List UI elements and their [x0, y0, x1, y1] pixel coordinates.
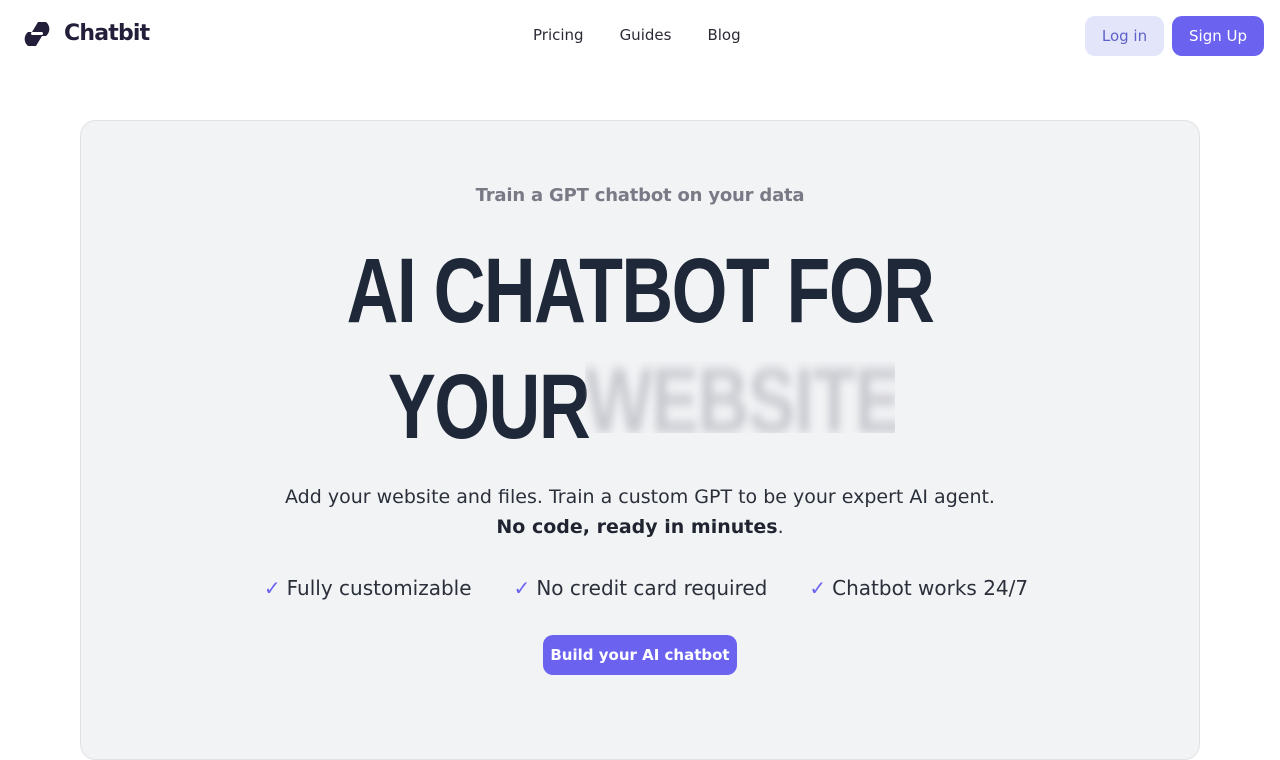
hero-rotating-word: WEBSITE [585, 361, 895, 433]
signup-button[interactable]: Sign Up [1172, 16, 1264, 56]
chatbit-logo-icon [24, 22, 50, 46]
hero-tagline-bold: No code, ready in minutes [496, 516, 778, 538]
hero-description-tagline: No code, ready in minutes. [81, 512, 1199, 542]
hero-rotating-word-container: WEBSITE [585, 361, 895, 433]
feature-label: Chatbot works 24/7 [832, 576, 1029, 600]
hero-tagline-period: . [777, 516, 784, 538]
login-button[interactable]: Log in [1085, 16, 1164, 56]
hero-eyebrow: Train a GPT chatbot on your data [475, 185, 805, 206]
hero-description: Add your website and files. Train a cust… [285, 486, 995, 508]
hero-headline-line1: AI CHATBOT FOR [346, 240, 935, 342]
feature-item: ✓ Chatbot works 24/7 [809, 574, 1028, 602]
main-nav: Pricing Guides Blog [533, 25, 741, 45]
checkmark-icon: ✓ [809, 576, 827, 600]
nav-link-pricing[interactable]: Pricing [533, 25, 584, 45]
nav-link-blog[interactable]: Blog [707, 25, 740, 45]
top-nav: Chatbit Pricing Guides Blog Log in Sign … [0, 0, 1280, 72]
brand-logo-link[interactable]: Chatbit [16, 20, 150, 48]
hero-headline-line2: YOUR [388, 356, 591, 458]
checkmark-icon: ✓ [513, 576, 531, 600]
checkmark-icon: ✓ [263, 576, 281, 600]
feature-item: ✓ Fully customizable [264, 574, 472, 602]
feature-label: No credit card required [536, 576, 768, 600]
hero-card: Train a GPT chatbot on your data AI CHAT… [80, 120, 1200, 760]
feature-label: Fully customizable [286, 576, 472, 600]
feature-list: ✓ Fully customizable ✓ No credit card re… [81, 574, 1199, 602]
brand-name: Chatbit [64, 21, 150, 46]
build-chatbot-button[interactable]: Build your AI chatbot [543, 635, 737, 675]
nav-link-guides[interactable]: Guides [620, 25, 672, 45]
feature-item: ✓ No credit card required [514, 574, 768, 602]
